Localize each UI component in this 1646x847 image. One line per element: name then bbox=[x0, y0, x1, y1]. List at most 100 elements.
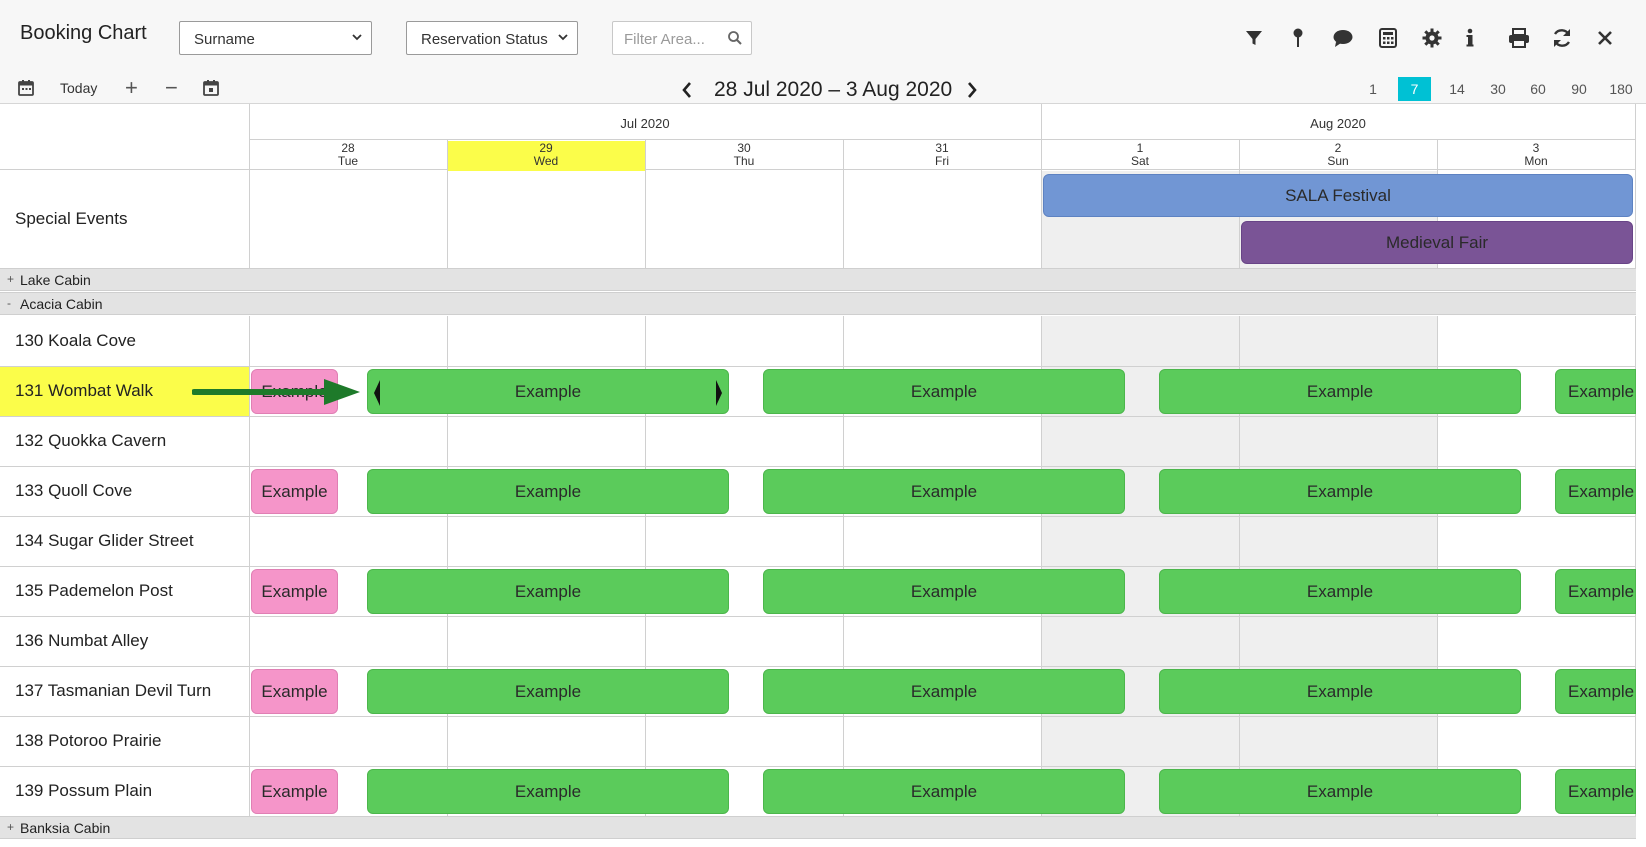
zoom-30-button[interactable]: 30 bbox=[1484, 77, 1512, 101]
room-label[interactable]: 130 Koala Cove bbox=[15, 331, 136, 351]
zoom-1-button[interactable]: 1 bbox=[1363, 77, 1383, 101]
zoom-7-button[interactable]: 7 bbox=[1398, 77, 1431, 101]
collapse-toggle[interactable]: - bbox=[7, 296, 11, 310]
chevron-down-icon bbox=[558, 34, 568, 41]
day-header: 31 Fri bbox=[843, 141, 1041, 171]
calendar-icon[interactable] bbox=[16, 78, 36, 98]
info-icon[interactable] bbox=[1458, 26, 1482, 50]
day-of-week: Fri bbox=[935, 154, 949, 168]
booking-block-selected[interactable]: Example bbox=[367, 369, 729, 414]
booking-block[interactable]: Example bbox=[1159, 469, 1521, 514]
booking-block[interactable]: Example bbox=[763, 469, 1125, 514]
date-range-label: 28 Jul 2020 – 3 Aug 2020 bbox=[714, 78, 953, 101]
remove-day-button[interactable]: − bbox=[165, 76, 178, 100]
grid-line bbox=[1635, 104, 1636, 268]
filter-area-placeholder: Filter Area... bbox=[624, 31, 705, 48]
booking-block[interactable]: Example bbox=[1555, 769, 1636, 814]
surname-select[interactable]: Surname bbox=[179, 21, 372, 55]
add-day-button[interactable]: + bbox=[125, 76, 138, 100]
print-icon[interactable] bbox=[1507, 26, 1531, 50]
expand-toggle[interactable]: + bbox=[7, 272, 14, 286]
day-header: 3 Mon bbox=[1437, 141, 1635, 171]
refresh-icon[interactable] bbox=[1550, 26, 1574, 50]
grid-line bbox=[447, 139, 448, 268]
close-icon[interactable] bbox=[1593, 26, 1617, 50]
room-label[interactable]: 134 Sugar Glider Street bbox=[15, 531, 194, 551]
resize-handle-left-icon[interactable] bbox=[373, 380, 381, 406]
map-pin-icon[interactable] bbox=[1286, 26, 1310, 50]
booking-block[interactable]: Example bbox=[1555, 369, 1636, 414]
zoom-90-button[interactable]: 90 bbox=[1565, 77, 1593, 101]
next-period-icon[interactable] bbox=[964, 79, 980, 101]
day-header: 2 Sun bbox=[1239, 141, 1437, 171]
month-label: Jul 2020 bbox=[620, 116, 670, 131]
room-label[interactable]: 137 Tasmanian Devil Turn bbox=[15, 681, 211, 701]
grid-line bbox=[1041, 104, 1042, 268]
expand-toggle[interactable]: + bbox=[7, 820, 14, 834]
booking-block[interactable]: Example bbox=[763, 769, 1125, 814]
room-label[interactable]: 139 Possum Plain bbox=[15, 781, 152, 801]
resize-handle-right-icon[interactable] bbox=[715, 380, 723, 406]
event-medieval-fair[interactable]: Medieval Fair bbox=[1241, 221, 1633, 264]
room-label[interactable]: 133 Quoll Cove bbox=[15, 481, 132, 501]
row-divider bbox=[0, 366, 1636, 367]
room-label[interactable]: 138 Potoroo Prairie bbox=[15, 731, 161, 751]
row-divider bbox=[0, 566, 1636, 567]
group-row-acacia-cabin[interactable]: - Acacia Cabin bbox=[0, 292, 1636, 315]
calendar-picker-icon[interactable] bbox=[201, 78, 221, 98]
day-header-today: 29 Wed bbox=[447, 141, 645, 171]
row-divider bbox=[0, 616, 1636, 617]
booking-block[interactable]: Example bbox=[251, 669, 338, 714]
special-events-label: Special Events bbox=[15, 209, 128, 228]
grid-line bbox=[645, 139, 646, 268]
booking-block[interactable]: Example bbox=[251, 769, 338, 814]
row-divider bbox=[0, 666, 1636, 667]
group-row-lake-cabin[interactable]: + Lake Cabin bbox=[0, 268, 1636, 291]
filter-area-input[interactable]: Filter Area... bbox=[612, 21, 752, 55]
day-of-week: Thu bbox=[733, 154, 755, 168]
day-header: 1 Sat bbox=[1041, 141, 1239, 171]
filter-icon[interactable] bbox=[1242, 26, 1266, 50]
day-header: 30 Thu bbox=[645, 141, 843, 171]
group-row-banksia-cabin[interactable]: + Banksia Cabin bbox=[0, 816, 1636, 839]
booking-block[interactable]: Example bbox=[1159, 569, 1521, 614]
zoom-60-button[interactable]: 60 bbox=[1524, 77, 1552, 101]
booking-block[interactable]: Example bbox=[763, 369, 1125, 414]
booking-block[interactable]: Example bbox=[1555, 669, 1636, 714]
chevron-down-icon bbox=[352, 34, 362, 41]
top-toolbar: Booking Chart Surname Reservation Status… bbox=[0, 0, 1646, 104]
previous-period-icon[interactable] bbox=[679, 79, 695, 101]
booking-block[interactable]: Example bbox=[1555, 569, 1636, 614]
booking-block[interactable]: Example bbox=[1159, 769, 1521, 814]
zoom-14-button[interactable]: 14 bbox=[1443, 77, 1471, 101]
booking-block[interactable]: Example bbox=[367, 769, 729, 814]
room-label[interactable]: 132 Quokka Cavern bbox=[15, 431, 166, 451]
day-of-week: Wed bbox=[533, 154, 559, 168]
row-divider bbox=[0, 766, 1636, 767]
booking-block[interactable]: Example bbox=[1159, 669, 1521, 714]
day-of-week: Sun bbox=[1327, 154, 1349, 168]
booking-block[interactable]: Example bbox=[763, 569, 1125, 614]
month-label: Aug 2020 bbox=[1310, 116, 1366, 131]
event-sala-festival[interactable]: SALA Festival bbox=[1043, 174, 1633, 217]
gear-icon[interactable] bbox=[1420, 26, 1444, 50]
booking-block[interactable]: Example bbox=[1159, 369, 1521, 414]
comment-icon[interactable] bbox=[1331, 26, 1355, 50]
grid-line bbox=[843, 139, 844, 268]
today-button[interactable]: Today bbox=[60, 80, 97, 96]
booking-block[interactable]: Example bbox=[251, 569, 338, 614]
room-label[interactable]: 135 Pademelon Post bbox=[15, 581, 173, 601]
booking-block[interactable]: Example bbox=[1555, 469, 1636, 514]
booking-block[interactable]: Example bbox=[367, 469, 729, 514]
room-label[interactable]: 131 Wombat Walk bbox=[15, 381, 153, 401]
calculator-icon[interactable] bbox=[1376, 26, 1400, 50]
booking-block[interactable]: Example bbox=[763, 669, 1125, 714]
booking-block[interactable]: Example bbox=[367, 669, 729, 714]
booking-block[interactable]: Example bbox=[367, 569, 729, 614]
reservation-status-select[interactable]: Reservation Status bbox=[406, 21, 578, 55]
zoom-180-button[interactable]: 180 bbox=[1604, 77, 1638, 101]
booking-block[interactable]: Example bbox=[251, 469, 338, 514]
room-label[interactable]: 136 Numbat Alley bbox=[15, 631, 148, 651]
search-icon[interactable] bbox=[727, 30, 743, 46]
row-divider bbox=[0, 716, 1636, 717]
